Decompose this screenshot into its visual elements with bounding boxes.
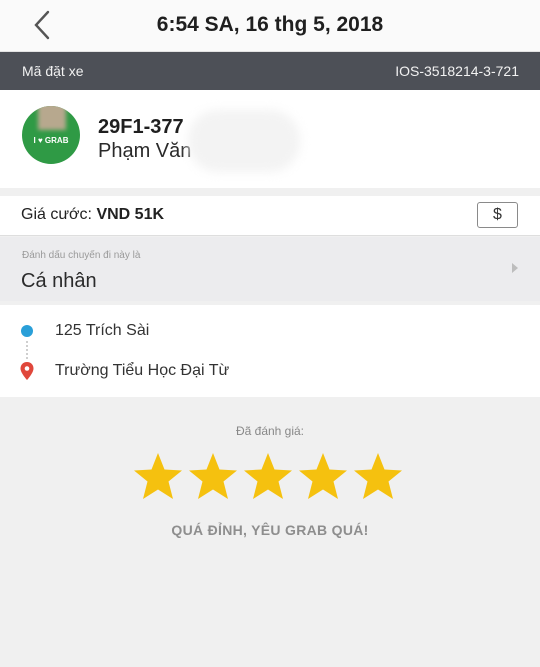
header-bar: 6:54 SA, 16 thg 5, 2018 xyxy=(0,0,540,52)
route-panel: 125 Trích Sài Trường Tiểu Học Đại Từ xyxy=(0,305,540,397)
booking-code-value: IOS-3518214-3-721 xyxy=(395,63,519,79)
driver-name: Phạm Văn xyxy=(98,140,192,162)
privacy-blur xyxy=(188,110,300,172)
driver-info: I ♥ GRAB 29F1-377 Phạm Văn xyxy=(0,90,540,188)
blurred-face xyxy=(38,106,66,130)
star-icon xyxy=(134,453,182,499)
star-icon xyxy=(299,453,347,499)
page-title: 6:54 SA, 16 thg 5, 2018 xyxy=(156,13,384,36)
rating-section: Đã đánh giá: QUÁ ĐỈNH, YÊU GRAB QUÁ! xyxy=(0,397,540,667)
star-icon xyxy=(189,453,237,499)
star-rating xyxy=(132,451,412,507)
route-connector xyxy=(26,341,28,359)
fare-detail-button[interactable]: $ xyxy=(477,202,518,228)
map-pin-icon xyxy=(20,362,34,380)
star-icon xyxy=(354,453,402,499)
trip-type-selector[interactable]: Đánh dấu chuyến đi này là Cá nhân xyxy=(0,237,540,301)
dropoff-address: Trường Tiểu Học Đại Từ xyxy=(55,362,230,379)
rating-comment: QUÁ ĐỈNH, YÊU GRAB QUÁ! xyxy=(171,522,369,538)
fare-row: Giá cước: VND 51K $ xyxy=(0,196,540,236)
fare-text: Giá cước: VND 51K xyxy=(21,206,164,224)
rating-label: Đã đánh giá: xyxy=(235,424,305,438)
booking-code-bar: Mã đặt xe IOS-3518214-3-721 xyxy=(0,52,540,90)
shirt-logo: I ♥ GRAB xyxy=(33,136,69,145)
chevron-right-icon xyxy=(512,263,518,273)
booking-code-label: Mã đặt xe xyxy=(22,63,84,79)
fare-label: Giá cước: xyxy=(21,206,92,223)
driver-avatar: I ♥ GRAB xyxy=(22,106,80,164)
pickup-address: 125 Trích Sài xyxy=(55,322,150,339)
pickup-dot-icon xyxy=(21,325,33,337)
fare-amount: VND 51K xyxy=(96,206,165,223)
star-icon xyxy=(244,453,292,499)
license-plate: 29F1-377 xyxy=(98,116,184,138)
trip-type-hint: Đánh dấu chuyến đi này là xyxy=(22,250,141,261)
trip-type-value: Cá nhân xyxy=(21,270,97,292)
